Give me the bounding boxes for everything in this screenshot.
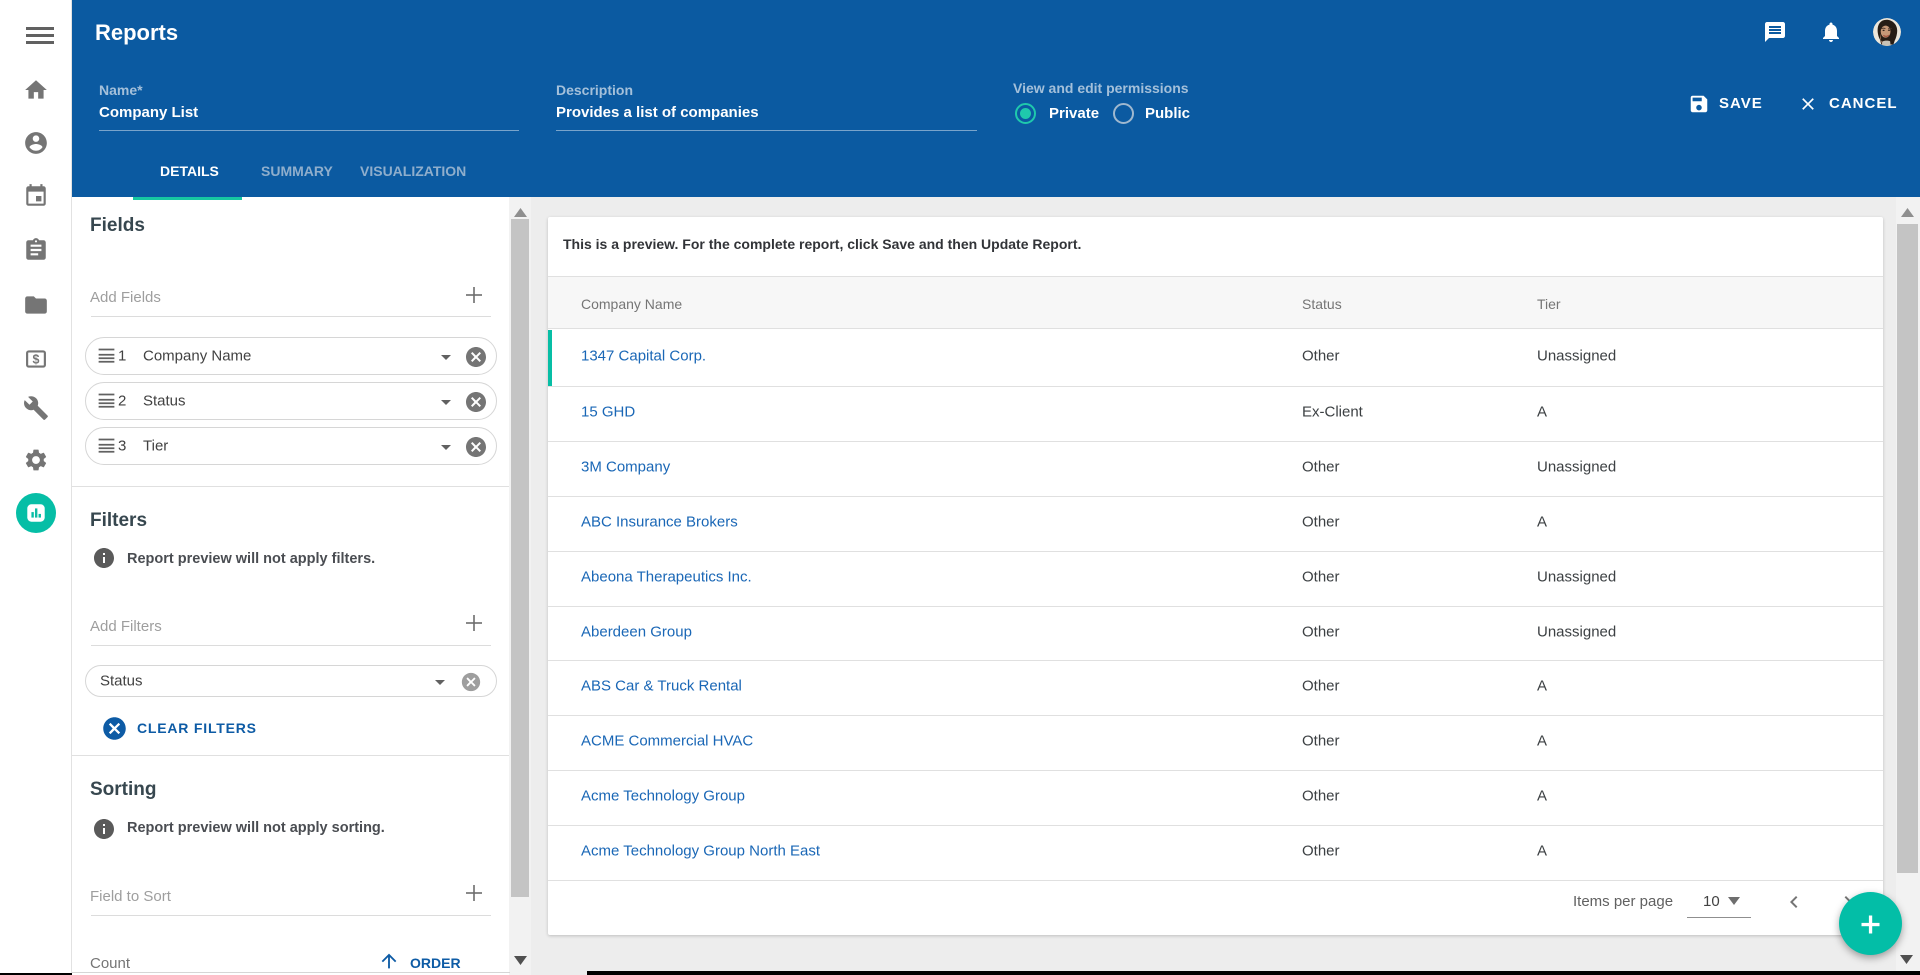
svg-text:$: $ bbox=[33, 353, 40, 367]
